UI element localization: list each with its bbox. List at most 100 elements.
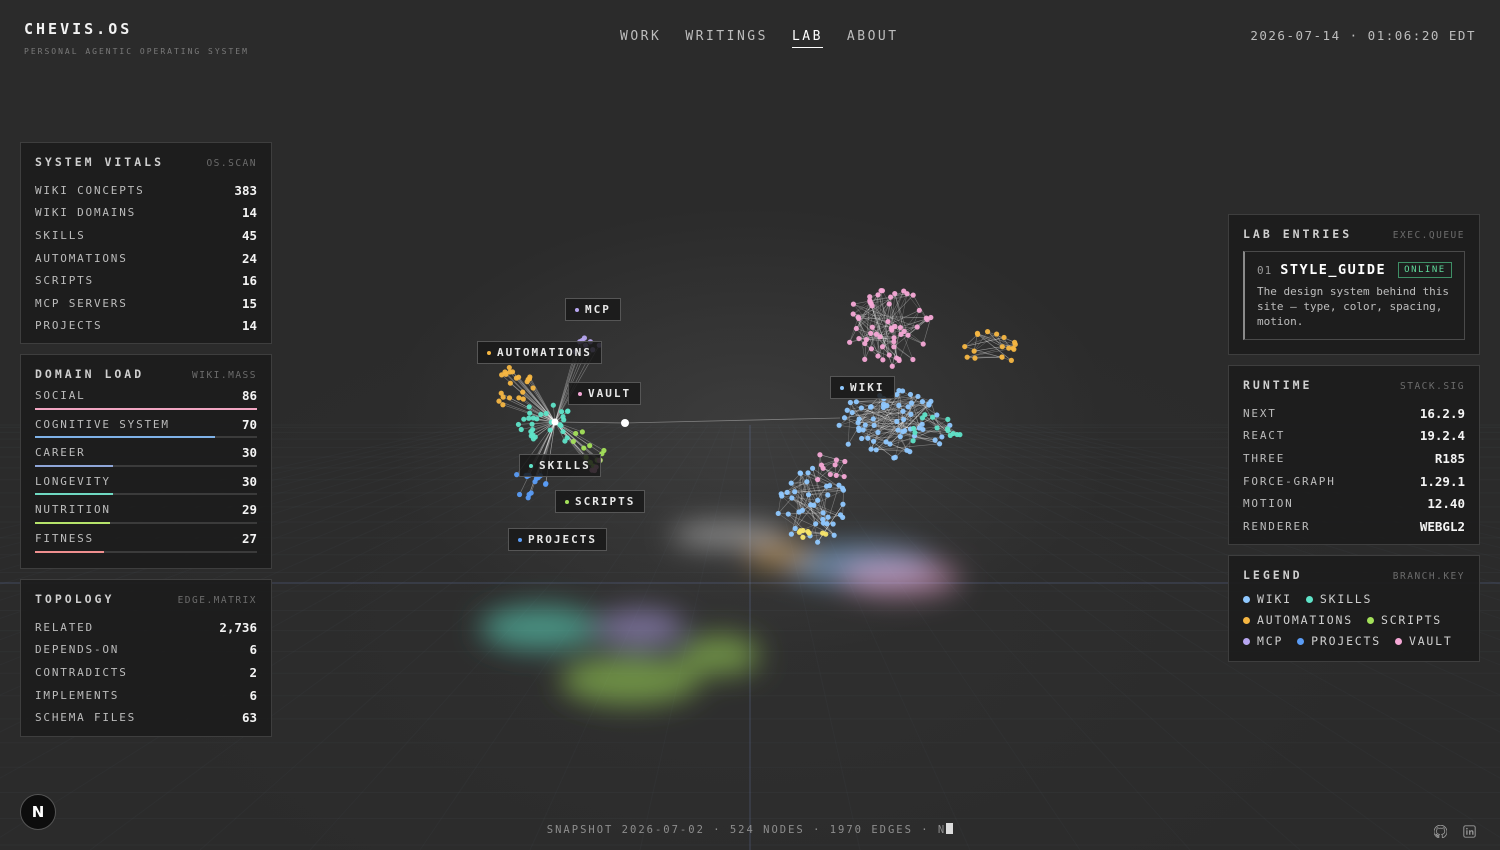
- graph-label-automations[interactable]: AUTOMATIONS: [477, 341, 602, 364]
- graph-node: [916, 307, 922, 313]
- graph-node: [863, 337, 870, 343]
- graph-node: [496, 398, 502, 404]
- graph-node: [908, 411, 914, 417]
- graph-node: [841, 415, 848, 421]
- graph-node: [825, 492, 831, 498]
- domain-label: FITNESS: [35, 531, 94, 545]
- graph-node: [815, 476, 821, 483]
- graph-node: [957, 432, 963, 438]
- node-reflection: [745, 543, 815, 567]
- legend-item-skills[interactable]: SKILLS: [1305, 592, 1372, 606]
- runtime-row: THREE R185: [1243, 447, 1465, 470]
- graph-node: [905, 332, 911, 338]
- scripts-dot-icon: [565, 500, 569, 504]
- panel-title: SYSTEM VITALS: [35, 155, 165, 169]
- nav-lab[interactable]: LAB: [791, 29, 823, 48]
- projects-dot-icon: [518, 538, 522, 542]
- vital-label: SCRIPTS: [35, 274, 94, 288]
- graph-label-scripts[interactable]: SCRIPTS: [555, 490, 646, 513]
- graph-node: [875, 292, 881, 298]
- hub-node: [551, 418, 559, 426]
- vital-row: SCRIPTS 16: [35, 269, 257, 292]
- graph-node: [858, 405, 864, 411]
- topology-value: 6: [249, 687, 257, 703]
- vital-value: 16: [241, 273, 257, 289]
- domain-bar-fill: [35, 436, 215, 439]
- graph-node: [833, 472, 839, 479]
- legend-item-mcp[interactable]: MCP: [1243, 634, 1283, 648]
- graph-node: [901, 288, 907, 294]
- brand-title[interactable]: CHEVIS.OS: [24, 20, 249, 38]
- graph-node: [994, 331, 1000, 337]
- topology-row: CONTRADICTS 2: [35, 661, 257, 684]
- graph-node: [820, 520, 827, 526]
- graph-node: [581, 445, 587, 451]
- entry-name[interactable]: STYLE_GUIDE: [1280, 262, 1386, 278]
- graph-node: [871, 422, 877, 429]
- brand[interactable]: CHEVIS.OS PERSONAL AGENTIC OPERATING SYS…: [24, 20, 249, 56]
- github-icon[interactable]: [1433, 824, 1447, 838]
- graph-node: [820, 510, 826, 516]
- graph-node: [797, 470, 803, 476]
- graph-node: [526, 415, 532, 421]
- graph-node: [813, 521, 819, 527]
- topology-label: CONTRADICTS: [35, 665, 128, 679]
- graph-node: [915, 393, 921, 400]
- graph-node: [897, 324, 903, 331]
- graph-node: [778, 491, 784, 497]
- graph-node: [920, 426, 926, 433]
- graph-node: [901, 417, 907, 423]
- runtime-value: 12.40: [1427, 496, 1465, 512]
- panel-title: LAB ENTRIES: [1243, 227, 1353, 241]
- panel-title: RUNTIME: [1243, 378, 1313, 392]
- graph-node: [862, 356, 868, 362]
- graph-label-projects[interactable]: PROJECTS: [508, 528, 607, 551]
- runtime-row: REACT 19.2.4: [1243, 425, 1465, 448]
- bridge-edge: [624, 417, 841, 424]
- graph-node: [870, 416, 876, 422]
- vital-label: AUTOMATIONS: [35, 251, 128, 265]
- graph-node: [827, 483, 833, 489]
- graph-node: [573, 430, 579, 437]
- domain-bar-fill: [35, 550, 104, 553]
- runtime-label: THREE: [1243, 451, 1286, 465]
- legend-dot-icon: [1297, 637, 1305, 645]
- clock: 2026-07-14 · 01:06:20 EDT: [1250, 28, 1476, 43]
- linkedin-icon[interactable]: [1462, 824, 1476, 838]
- domain-value: 30: [241, 445, 257, 461]
- legend-item-wiki[interactable]: WIKI: [1243, 592, 1292, 606]
- nav-about[interactable]: ABOUT: [847, 29, 899, 48]
- nav-writings[interactable]: WRITINGS: [685, 29, 768, 48]
- topology-row: SCHEMA FILES 63: [35, 706, 257, 729]
- lab-entry-card[interactable]: 01 STYLE_GUIDE ONLINE The design system …: [1243, 251, 1465, 340]
- graph-node: [1010, 345, 1016, 351]
- nav-work[interactable]: WORK: [620, 29, 661, 48]
- graph-node: [910, 292, 916, 298]
- domain-label: NUTRITION: [35, 503, 111, 517]
- graph-node: [516, 395, 522, 401]
- legend-dot-icon: [1305, 595, 1313, 603]
- graph-label-text: SCRIPTS: [575, 495, 636, 508]
- graph-node: [840, 487, 847, 493]
- legend-item-scripts[interactable]: SCRIPTS: [1366, 613, 1442, 627]
- legend-item-projects[interactable]: PROJECTS: [1297, 634, 1381, 648]
- graph-node: [898, 331, 904, 337]
- graph-node: [831, 532, 837, 538]
- graph-node: [892, 290, 898, 297]
- graph-label-mcp[interactable]: MCP: [565, 298, 621, 321]
- legend-item-automations[interactable]: AUTOMATIONS: [1243, 613, 1353, 627]
- graph-node: [521, 416, 527, 422]
- graph-node: [817, 452, 823, 458]
- vital-value: 24: [241, 250, 257, 266]
- topology-value: 6: [249, 642, 257, 658]
- graph-node: [507, 380, 513, 386]
- legend-dot-icon: [1243, 637, 1250, 645]
- legend-item-vault[interactable]: VAULT: [1394, 634, 1453, 648]
- graph-node: [845, 441, 851, 447]
- graph-label-skills[interactable]: SKILLS: [519, 454, 601, 477]
- graph-node: [558, 423, 564, 429]
- graph-label-wiki[interactable]: WIKI: [830, 376, 895, 399]
- graph-node: [904, 447, 910, 453]
- node-reflection: [840, 560, 960, 596]
- graph-label-vault[interactable]: VAULT: [568, 382, 642, 405]
